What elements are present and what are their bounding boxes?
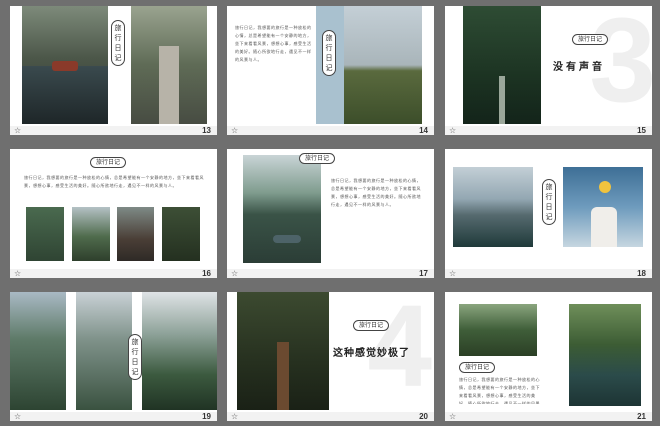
- travel-diary-badge: 旅行日记: [299, 153, 336, 164]
- travel-diary-badge: 旅行日记: [111, 20, 125, 66]
- slide-thumbnail-16[interactable]: 旅行日记 旅行日记，我想要的旅行是一种放松的心情，总是希望能有一个安静的地方，坐…: [10, 149, 217, 278]
- slide-footer: [445, 269, 652, 278]
- slide-footer: [10, 412, 217, 421]
- slide-footer: [227, 126, 434, 135]
- slide-headline: 这种感觉妙极了: [333, 348, 410, 359]
- star-icon: ☆: [14, 269, 22, 278]
- balloon-photo: [563, 167, 643, 247]
- slide-number: 20: [419, 412, 428, 421]
- body-text: 旅行日记，我想要的旅行是一种放松的心情，总是希望能有一个安静的地方，坐下来看看风…: [24, 175, 204, 188]
- bridge-photo: [162, 207, 200, 261]
- canoe-photo: [453, 167, 533, 247]
- body-text: 旅行日记，我想要的旅行是一种放松的心情，总是希望能有一个安静的地方，坐下来看看风…: [459, 377, 540, 404]
- slide-footer: [10, 126, 217, 135]
- slide-footer: [10, 269, 217, 278]
- peak-photo: [142, 292, 217, 410]
- travel-diary-badge: 旅行日记: [542, 179, 556, 225]
- travel-diary-badge: 旅行日记: [90, 157, 127, 168]
- slide-number: 17: [419, 269, 428, 278]
- meadow-photo: [344, 6, 422, 124]
- star-icon: ☆: [231, 269, 239, 278]
- slide-number: 13: [202, 126, 211, 135]
- swimming-photo: [569, 304, 641, 406]
- star-icon: ☆: [231, 126, 239, 135]
- travel-diary-badge: 旅行日记: [459, 362, 496, 373]
- ridge-photo: [76, 292, 132, 410]
- camera-photo: [117, 207, 154, 261]
- lit-bridge-photo: [237, 292, 329, 410]
- slide-headline: 没有声音: [553, 62, 605, 73]
- star-icon: ☆: [14, 126, 22, 135]
- alley-photo: [131, 6, 207, 124]
- lake-boat-photo: [243, 155, 321, 263]
- slide-thumbnail-17[interactable]: 旅行日记 旅行日记，我想要的旅行是一种放松的心情，总是希望能有一个安静的地方，坐…: [227, 149, 434, 278]
- slide-footer: [227, 412, 434, 421]
- slide-thumbnail-21[interactable]: 旅行日记 旅行日记，我想要的旅行是一种放松的心情，总是希望能有一个安静的地方，坐…: [445, 292, 652, 421]
- slide-number: 14: [419, 126, 428, 135]
- slide-number: 15: [637, 126, 646, 135]
- slide-number: 18: [637, 269, 646, 278]
- star-icon: ☆: [449, 269, 457, 278]
- star-icon: ☆: [231, 412, 239, 421]
- body-text: 旅行日记，我想要的旅行是一种放松的心情，总是希望能有一个安静的地方，坐下来看看风…: [235, 25, 312, 62]
- slide-footer: [445, 126, 652, 135]
- slide-thumbnail-20[interactable]: 4 旅行日记 这种感觉妙极了 ☆ 20: [227, 292, 434, 421]
- star-icon: ☆: [449, 126, 457, 135]
- slide-number: 16: [202, 269, 211, 278]
- slide-thumbnail-19[interactable]: 旅行日记 ☆ 19: [10, 292, 217, 421]
- forest-photo: [459, 304, 537, 356]
- star-icon: ☆: [14, 412, 22, 421]
- valley-photo: [10, 292, 66, 410]
- travel-diary-badge: 旅行日记: [572, 34, 609, 45]
- slide-footer: [445, 412, 652, 421]
- travel-diary-badge: 旅行日记: [353, 320, 390, 331]
- slide-thumbnail-15[interactable]: 3 旅行日记 没有声音 ☆ 15: [445, 6, 652, 135]
- slide-thumbnail-18[interactable]: 旅行日记 ☆ 18: [445, 149, 652, 278]
- mountain-photo: [72, 207, 110, 261]
- slide-thumbnail-13[interactable]: 旅行日记 ☆ 13: [10, 6, 217, 135]
- tent-photo: [26, 207, 64, 261]
- travel-diary-badge: 旅行日记: [128, 334, 142, 380]
- slide-thumbnail-14[interactable]: 旅行日记，我想要的旅行是一种放松的心情，总是希望能有一个安静的地方，坐下来看看风…: [227, 6, 434, 135]
- slide-footer: [227, 269, 434, 278]
- slide-number: 21: [637, 412, 646, 421]
- canal-photo: [22, 6, 108, 124]
- forest-path-photo: [463, 6, 541, 124]
- travel-diary-badge: 旅行日记: [322, 30, 336, 76]
- star-icon: ☆: [449, 412, 457, 421]
- body-text: 旅行日记，我想要的旅行是一种放松的心情，总是希望能有一个安静的地方，坐下来看看风…: [331, 178, 421, 207]
- slide-number: 19: [202, 412, 211, 421]
